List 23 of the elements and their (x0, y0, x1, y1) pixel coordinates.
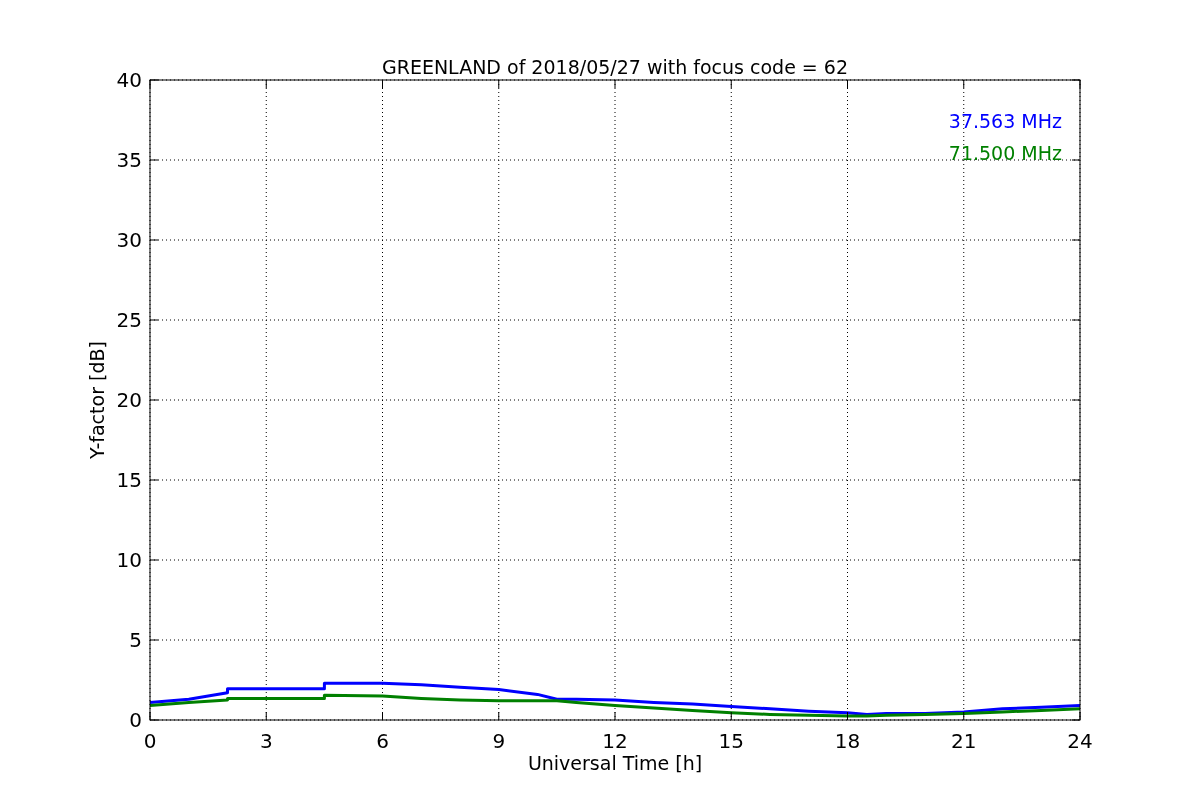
axis-title: Y-factor [dB] (86, 341, 108, 459)
tick-label: 15 (116, 468, 142, 492)
tick-label: 35 (116, 148, 142, 172)
tick-label: 0 (143, 729, 157, 753)
tick-label: 3 (259, 729, 273, 753)
chart-title: GREENLAND of 2018/05/27 with focus code = 62 (382, 56, 848, 78)
tick-label: 10 (116, 548, 142, 572)
legend-label: 37.563 MHz (948, 110, 1062, 132)
tick-label: 0 (129, 708, 142, 732)
tick-label: 5 (129, 628, 142, 652)
tick-label: 21 (951, 729, 977, 753)
tick-label: 6 (376, 729, 389, 753)
tick-label: 12 (602, 729, 628, 753)
tick-label: 9 (492, 729, 506, 753)
tick-label: 25 (116, 308, 142, 332)
legend-label: 71.500 MHz (948, 142, 1062, 164)
tick-label: 40 (116, 68, 142, 92)
tick-label: 18 (834, 729, 861, 753)
tick-label: 15 (718, 729, 744, 753)
tick-label: 20 (116, 388, 142, 412)
axis-title: Universal Time [h] (527, 752, 703, 774)
tick-label: 24 (1067, 729, 1093, 753)
tick-label: 30 (116, 228, 142, 252)
